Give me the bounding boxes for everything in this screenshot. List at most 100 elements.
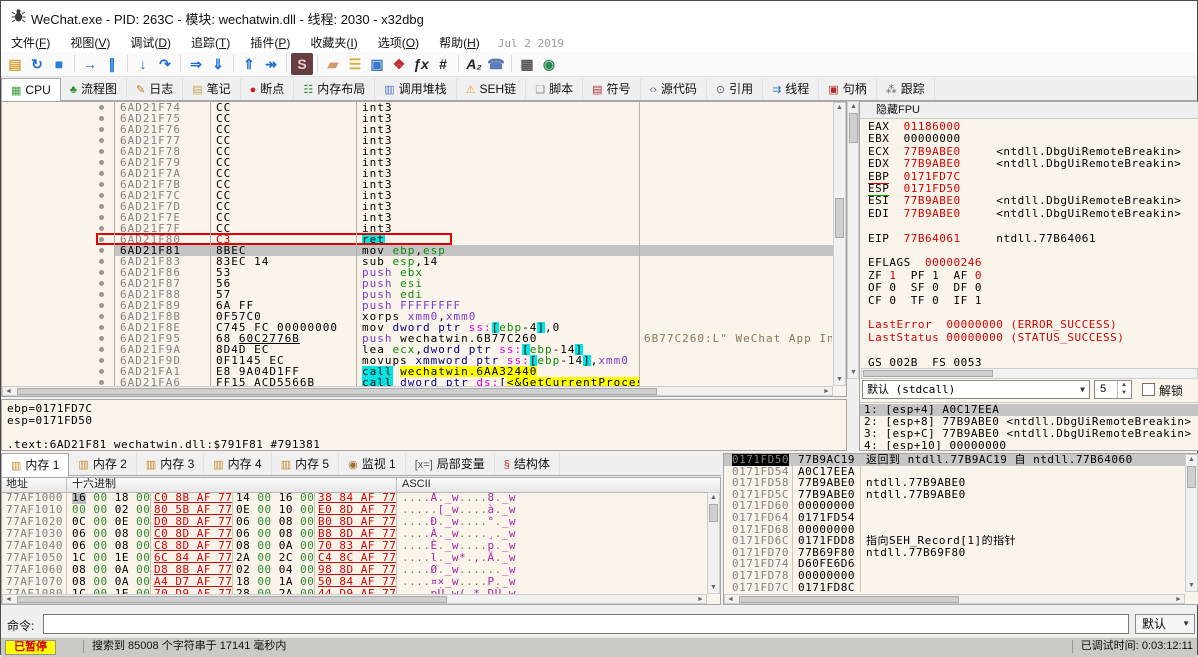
stack-row[interactable]: 0171FD7077B69F80ntdll.77B69F80 [724, 547, 1185, 559]
menu-o[interactable]: 选项(O) [368, 31, 429, 54]
breakpoint-dot[interactable] [99, 116, 104, 121]
register-line[interactable]: EAX 01186000 [868, 120, 961, 133]
scroll-left-arrow[interactable] [3, 387, 14, 397]
stack-row[interactable]: 0171FD6800000000 [724, 524, 1185, 536]
disassembly-pane[interactable]: 6AD21F74CCint36AD21F75CCint36AD21F76CCin… [1, 101, 847, 397]
tab-断点[interactable]: ●断点 [241, 78, 295, 100]
scroll-thumb[interactable] [739, 596, 959, 603]
step-into-icon[interactable]: ↓ [132, 53, 154, 75]
breakpoint-dot[interactable] [99, 369, 104, 374]
breakpoint-dot[interactable] [99, 281, 104, 286]
tab-脚本[interactable]: ❏脚本 [526, 78, 583, 100]
stack-row[interactable]: 0171FD5C77B9ABE0ntdll.77B9ABE0 [724, 489, 1185, 501]
close-button[interactable] [1152, 1, 1197, 30]
register-line[interactable]: CF 0 TF 0 IF 1 [868, 294, 982, 307]
breakpoint-dot[interactable] [99, 215, 104, 220]
registers-horizontal-scrollbar[interactable] [861, 368, 1198, 379]
unlock-checkbox[interactable] [1142, 383, 1155, 396]
function-icon[interactable]: ƒx [410, 53, 432, 75]
scroll-up-arrow[interactable] [848, 102, 859, 112]
tab-符号[interactable]: ▤符号 [583, 78, 640, 100]
tab-源代码[interactable]: ‹›源代码 [641, 78, 707, 100]
scroll-thumb[interactable] [17, 596, 447, 603]
globe-icon[interactable]: ◉ [538, 53, 560, 75]
tab-跟踪[interactable]: ⁂跟踪 [877, 78, 935, 100]
command-profile-select[interactable]: 默认 ▼ [1135, 614, 1195, 634]
breakpoint-dot[interactable] [99, 292, 104, 297]
hash-icon[interactable]: # [432, 53, 454, 75]
register-line[interactable]: EDI 77B9ABE0 <ntdll.DbgUiRemoteBreakin> [868, 207, 1181, 220]
breakpoint-dot[interactable] [99, 358, 104, 363]
breakpoint-dot[interactable] [99, 270, 104, 275]
breakpoint-dot[interactable] [99, 259, 104, 264]
breakpoint-dot[interactable] [99, 171, 104, 176]
register-line[interactable]: EIP 77B64061 ntdll.77B64061 [868, 232, 1096, 245]
stack-row[interactable]: 0171FD6000000000 [724, 500, 1185, 512]
register-line[interactable]: ECX 77B9ABE0 <ntdll.DbgUiRemoteBreakin> [868, 145, 1181, 158]
calculator-icon[interactable]: ▦ [516, 53, 538, 75]
breakpoint-dot[interactable] [99, 160, 104, 165]
minimize-button[interactable] [1060, 1, 1105, 30]
scroll-thumb[interactable] [863, 370, 993, 377]
registers-pane[interactable]: 隐藏FPU EAX 01186000EBX 00000000ECX 77B9AB… [859, 101, 1198, 451]
scroll-thumb[interactable] [709, 504, 718, 522]
disasm-vertical-scrollbar[interactable] [833, 102, 846, 386]
menu-p[interactable]: 插件(P) [240, 31, 300, 54]
scroll-thumb[interactable] [1187, 466, 1196, 488]
tab-流程图[interactable]: ♣流程图 [61, 78, 127, 100]
breakpoint-dot[interactable] [99, 248, 104, 253]
stack-row[interactable]: 0171FD640171FD54 [724, 512, 1185, 524]
string-icon[interactable]: A₂ [463, 53, 485, 75]
scroll-down-arrow[interactable] [848, 368, 859, 378]
argument-row[interactable]: 4: [esp+10] 00000000 [860, 440, 1198, 451]
scroll-thumb[interactable] [17, 388, 657, 395]
disasm-row[interactable]: 6AD21FA6FF15 ACD5566Bcall dword ptr ds:[… [2, 377, 833, 386]
register-line[interactable]: LastError 00000000 (ERROR_SUCCESS) [868, 318, 1117, 331]
breakpoint-dot[interactable] [99, 336, 104, 341]
stepper-arrows-icon[interactable]: ▲▼ [1117, 381, 1130, 398]
open-file-icon[interactable]: ▤ [4, 53, 26, 75]
tab-内存 2[interactable]: ▥内存 2 [69, 453, 136, 475]
bookmark-icon[interactable]: ❖ [388, 53, 410, 75]
register-line[interactable]: EBX 00000000 [868, 132, 961, 145]
pause-icon[interactable]: ∥ [101, 53, 123, 75]
tab-日志[interactable]: ✎日志 [127, 78, 183, 100]
run-to-user-icon[interactable]: ↠ [260, 53, 282, 75]
disasm-horizontal-scrollbar[interactable] [2, 386, 833, 396]
calling-convention-select[interactable]: 默认 (stdcall) ▼ [862, 380, 1090, 399]
tab-内存 4[interactable]: ▥内存 4 [204, 453, 271, 475]
register-line[interactable]: GS 002B FS 0053 [868, 356, 982, 368]
maximize-button[interactable] [1106, 1, 1151, 30]
breakpoint-dot[interactable] [99, 127, 104, 132]
scroll-right-arrow[interactable] [1173, 595, 1184, 605]
breakpoint-dot[interactable] [99, 138, 104, 143]
breakpoint-dot[interactable] [99, 325, 104, 330]
scroll-up-arrow[interactable] [708, 493, 719, 503]
scroll-thumb[interactable] [849, 113, 858, 143]
breakpoint-dot[interactable] [99, 182, 104, 187]
menu-h[interactable]: 帮助(H) [429, 31, 490, 54]
hide-fpu-button[interactable]: 隐藏FPU [860, 102, 1198, 119]
scylla-icon[interactable]: S [291, 53, 313, 75]
breakpoint-dot[interactable] [99, 303, 104, 308]
tab-内存布局[interactable]: ☷内存布局 [294, 78, 375, 100]
scroll-up-arrow[interactable] [834, 103, 845, 113]
breakpoint-dot[interactable] [99, 314, 104, 319]
dump-vertical-scrollbar[interactable] [707, 492, 720, 594]
comment-icon[interactable]: ☰ [344, 53, 366, 75]
register-line[interactable]: EBP 0171FD7C [868, 170, 961, 183]
run-icon[interactable]: → [79, 53, 101, 75]
restart-icon[interactable]: ↻ [26, 53, 48, 75]
menu-f[interactable]: 文件(F) [1, 31, 60, 54]
stack-pane[interactable]: 0171FD5077B9AC19返回到 ntdll.77B9AC19 自 ntd… [723, 453, 1198, 605]
tab-内存 3[interactable]: ▥内存 3 [137, 453, 204, 475]
breakpoint-dot[interactable] [99, 105, 104, 110]
execute-till-return-icon[interactable]: ⇓ [207, 53, 229, 75]
stack-horizontal-scrollbar[interactable] [724, 594, 1185, 604]
scroll-up-arrow[interactable] [1186, 455, 1197, 465]
attach-icon[interactable]: ☎ [485, 53, 507, 75]
stack-row[interactable]: 0171FD7800000000 [724, 570, 1185, 582]
step-over-icon[interactable]: ↷ [154, 53, 176, 75]
tab-引用[interactable]: ⊙引用 [707, 78, 763, 100]
breakpoint-dot[interactable] [99, 380, 104, 385]
